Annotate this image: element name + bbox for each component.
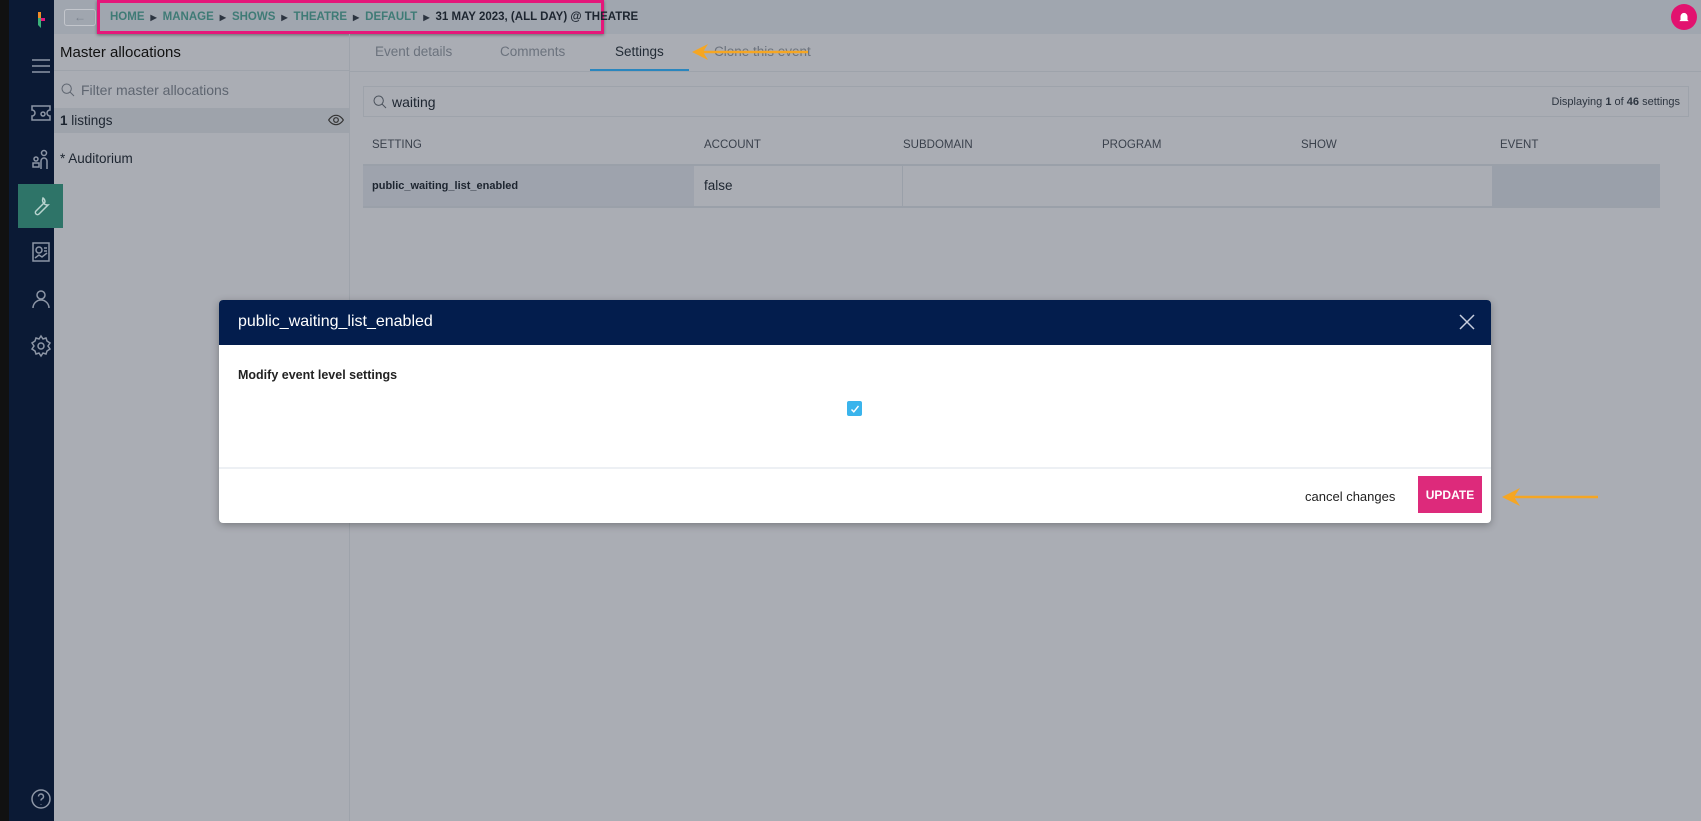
breadcrumb-home[interactable]: HOME (110, 11, 145, 23)
filter-input[interactable]: Filter master allocations (60, 82, 229, 98)
settings-search-input[interactable]: waiting Displaying 1 of 46 settings (363, 86, 1689, 117)
modal-title: public_waiting_list_enabled (219, 300, 1491, 345)
search-value: waiting (392, 93, 436, 110)
breadcrumb-current: 31 MAY 2023, (ALL DAY) @ THEATRE (435, 11, 639, 23)
divider (54, 70, 350, 71)
panel-title: Master allocations (60, 44, 181, 61)
sidebar (0, 0, 63, 821)
breadcrumb-theatre[interactable]: THEATRE (294, 11, 347, 23)
check-icon (850, 405, 859, 413)
setting-checkbox[interactable] (847, 401, 862, 416)
listings-label: listings (67, 113, 113, 128)
event-cell[interactable] (1492, 166, 1660, 206)
count-prefix: Displaying (1551, 95, 1606, 108)
count-suffix: settings (1639, 95, 1680, 108)
column-header-show[interactable]: SHOW (1301, 139, 1337, 151)
count-of: of (1611, 95, 1627, 108)
tab-settings[interactable]: Settings (615, 44, 664, 59)
annotation-arrow (1502, 488, 1598, 506)
update-button[interactable]: UPDATE (1418, 476, 1482, 513)
tab-event-details[interactable]: Event details (375, 44, 452, 59)
column-header-account[interactable]: ACCOUNT (704, 139, 761, 151)
allocation-item[interactable]: * Auditorium (60, 151, 133, 166)
count-total: 46 (1626, 95, 1640, 108)
listings-row[interactable]: 1 listings (54, 108, 350, 133)
annotation-arrow (692, 44, 808, 60)
tab-comments[interactable]: Comments (500, 44, 565, 59)
listings-count: 1 (60, 113, 68, 128)
caret-right-icon: ▶ (150, 12, 157, 22)
close-icon[interactable] (1457, 312, 1477, 332)
breadcrumb-default[interactable]: DEFAULT (365, 11, 417, 23)
caret-right-icon: ▶ (281, 12, 288, 22)
breadcrumb-shows[interactable]: SHOWS (232, 11, 275, 23)
account-cell[interactable]: false (694, 166, 903, 206)
cancel-changes-button[interactable]: cancel changes (1305, 489, 1395, 504)
caret-right-icon: ▶ (219, 12, 226, 22)
setting-cell[interactable]: public_waiting_list_enabled (363, 166, 694, 206)
caret-right-icon: ▶ (423, 12, 430, 22)
caret-right-icon: ▶ (353, 12, 360, 22)
breadcrumb-manage[interactable]: MANAGE (163, 11, 214, 23)
settings-modal: public_waiting_list_enabled Modify event… (219, 300, 1491, 523)
divider (350, 71, 1701, 72)
column-header-subdomain[interactable]: SUBDOMAIN (903, 139, 973, 151)
modal-label: Modify event level settings (238, 368, 398, 382)
search-icon (373, 95, 387, 108)
results-count: Displaying 1 of 46 settings (1552, 96, 1680, 108)
eye-icon[interactable] (328, 113, 344, 127)
search-icon (61, 83, 75, 97)
breadcrumb: HOME ▶ MANAGE ▶ SHOWS ▶ THEATRE ▶ DEFAULT ▶ 3… (97, 0, 638, 34)
divider (219, 467, 1491, 469)
column-header-setting[interactable]: SETTING (372, 139, 422, 151)
filter-placeholder: Filter master allocations (81, 82, 229, 98)
column-header-program[interactable]: PROGRAM (1102, 139, 1161, 151)
column-header-event[interactable]: EVENT (1500, 139, 1538, 151)
notification-bell-icon[interactable] (1671, 4, 1697, 30)
back-button[interactable]: ← (64, 9, 96, 26)
